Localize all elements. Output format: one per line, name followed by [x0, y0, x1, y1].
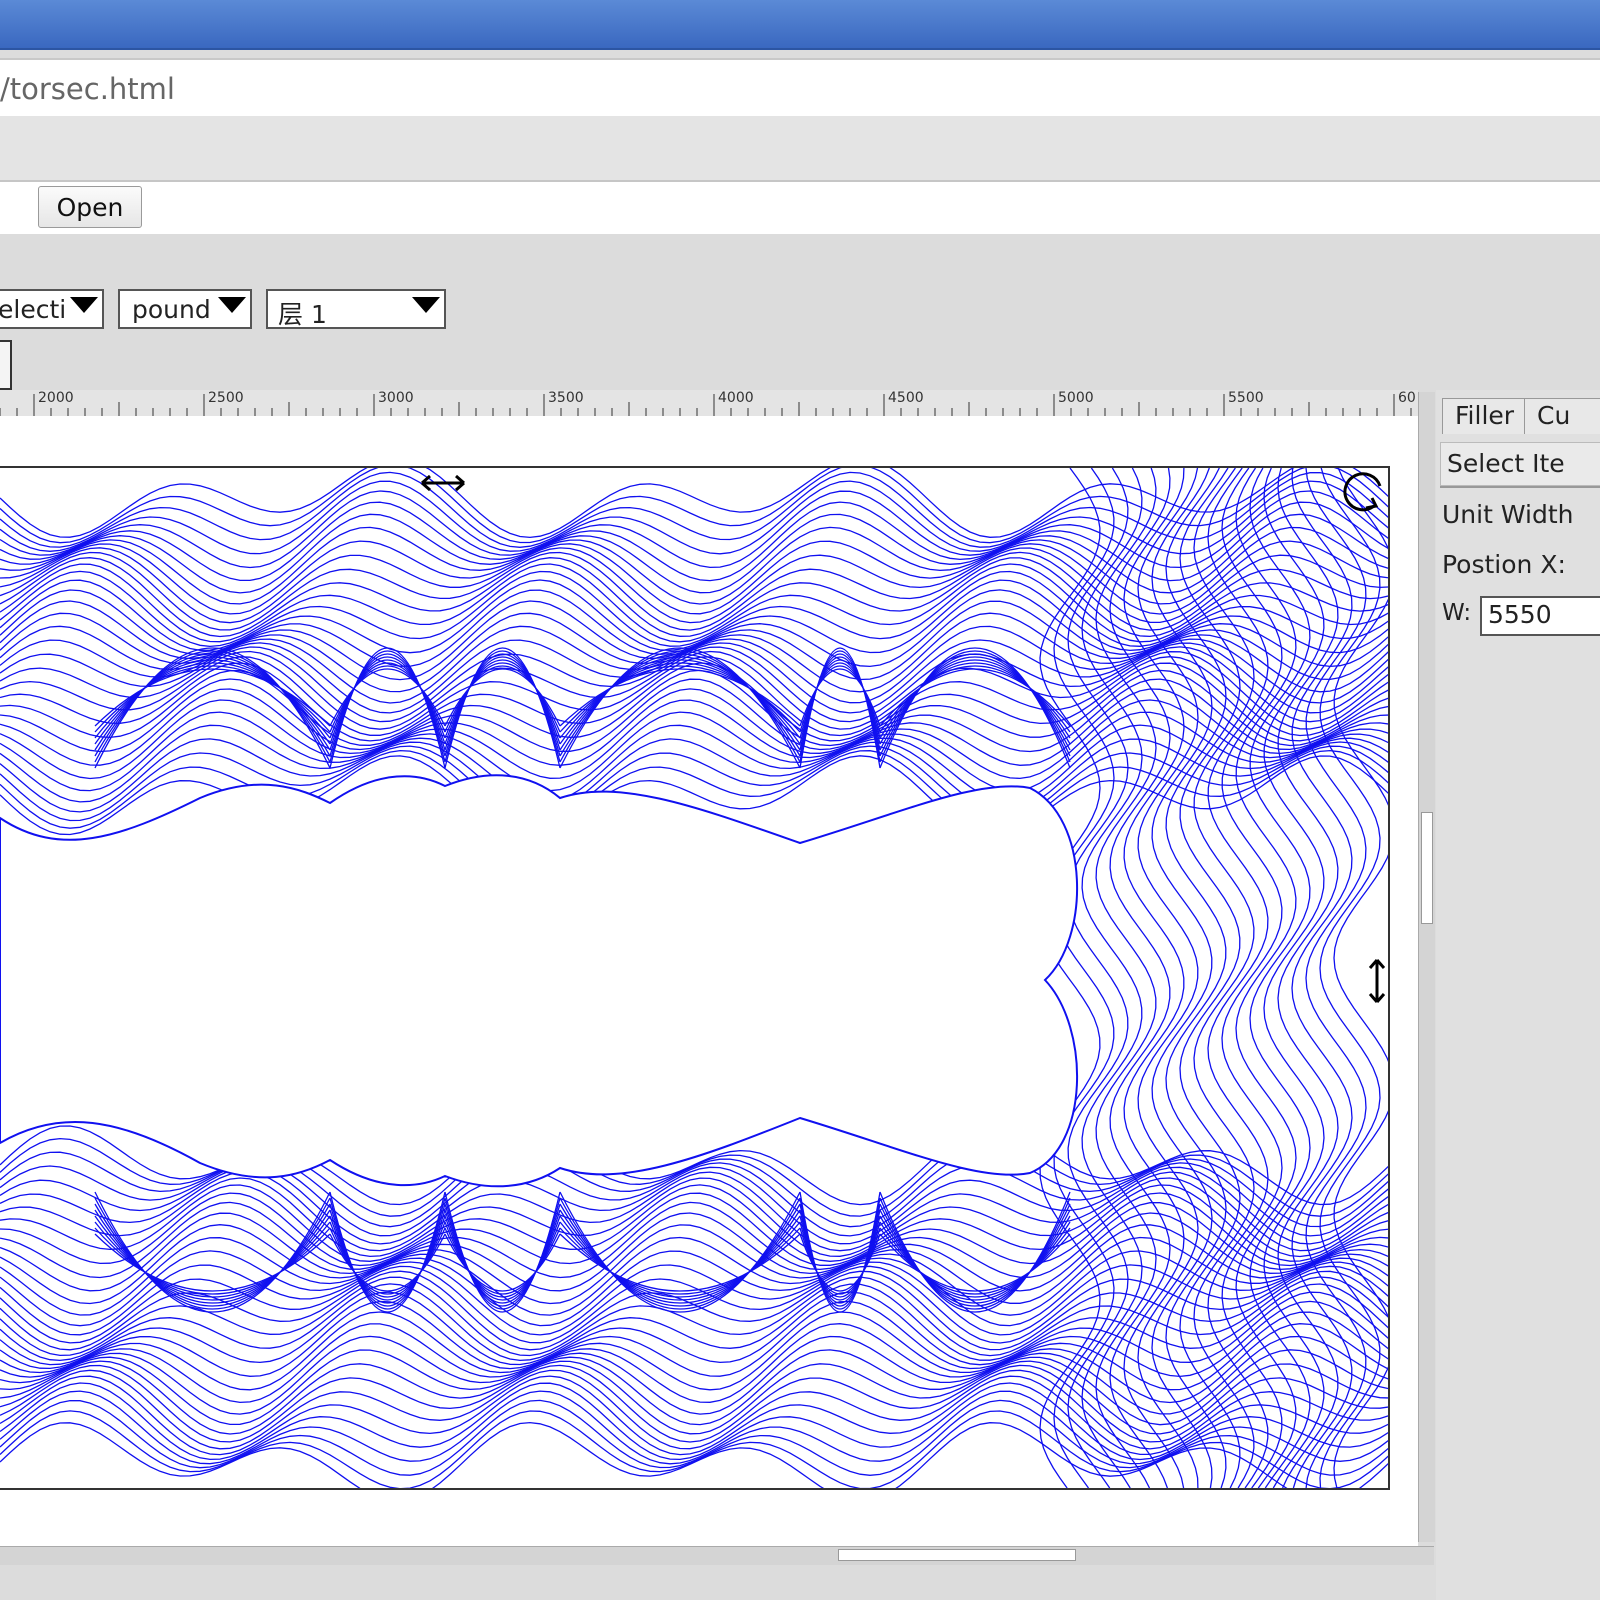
open-button[interactable]: Open — [38, 186, 142, 228]
vertical-scrollbar[interactable] — [1418, 392, 1435, 1542]
rotate-handle-icon[interactable] — [1340, 468, 1390, 518]
ruler-label: 2000 — [38, 390, 74, 406]
w-label: W: — [1442, 600, 1472, 626]
unit-combo-value: pound — [132, 295, 211, 324]
address-bar[interactable]: /torsec.html — [0, 58, 1600, 118]
vertical-resize-handle-icon[interactable] — [1364, 956, 1390, 1006]
unit-combo[interactable]: pound — [118, 289, 252, 329]
properties-panel: Filler Cu Select Ite Unit Width Postion … — [1436, 390, 1600, 1600]
guilloche-pattern[interactable] — [0, 466, 1390, 1490]
horizontal-scrollbar[interactable] — [0, 1546, 1434, 1565]
ruler-label: 60 — [1398, 390, 1416, 406]
chevron-down-icon — [70, 297, 98, 313]
ruler-label: 3500 — [548, 390, 584, 406]
pattern-svg — [0, 468, 1388, 1488]
vertical-scroll-thumb[interactable] — [1421, 812, 1433, 924]
position-x-label: Postion X: — [1442, 550, 1566, 579]
chevron-down-icon — [218, 297, 246, 313]
horizontal-ruler: 2000 2500 3000 3500 4000 4500 5000 5500 … — [0, 390, 1418, 416]
unit-width-label: Unit Width — [1442, 500, 1574, 529]
toolbar-icon-partial[interactable] — [0, 340, 12, 390]
ruler-label: 4000 — [718, 390, 754, 406]
ruler-label: 2500 — [208, 390, 244, 406]
ruler-label: 5000 — [1058, 390, 1094, 406]
window-titlebar — [0, 0, 1600, 50]
tab-curve[interactable]: Cu — [1524, 398, 1600, 434]
panel-divider — [1440, 486, 1600, 488]
tab-filler[interactable]: Filler — [1442, 398, 1526, 434]
file-row: Open — [0, 182, 1600, 234]
horizontal-resize-handle-icon[interactable] — [418, 470, 468, 496]
select-item-dropdown[interactable]: Select Ite — [1440, 442, 1600, 486]
width-input[interactable]: 5550 — [1480, 596, 1600, 636]
url-text: /torsec.html — [0, 72, 175, 106]
ruler-label: 5500 — [1228, 390, 1264, 406]
chevron-down-icon — [412, 297, 440, 313]
toolbar-band — [0, 116, 1600, 182]
ruler-label: 4500 — [888, 390, 924, 406]
ruler-label: 3000 — [378, 390, 414, 406]
selection-combo-value: electi — [0, 295, 67, 324]
layer-combo[interactable]: 层 1 — [266, 289, 446, 329]
pattern-inner-void — [0, 774, 1078, 1188]
layer-combo-value: 层 1 — [278, 300, 327, 329]
selection-combo[interactable]: electi — [0, 289, 104, 329]
horizontal-scroll-thumb[interactable] — [838, 1549, 1076, 1561]
